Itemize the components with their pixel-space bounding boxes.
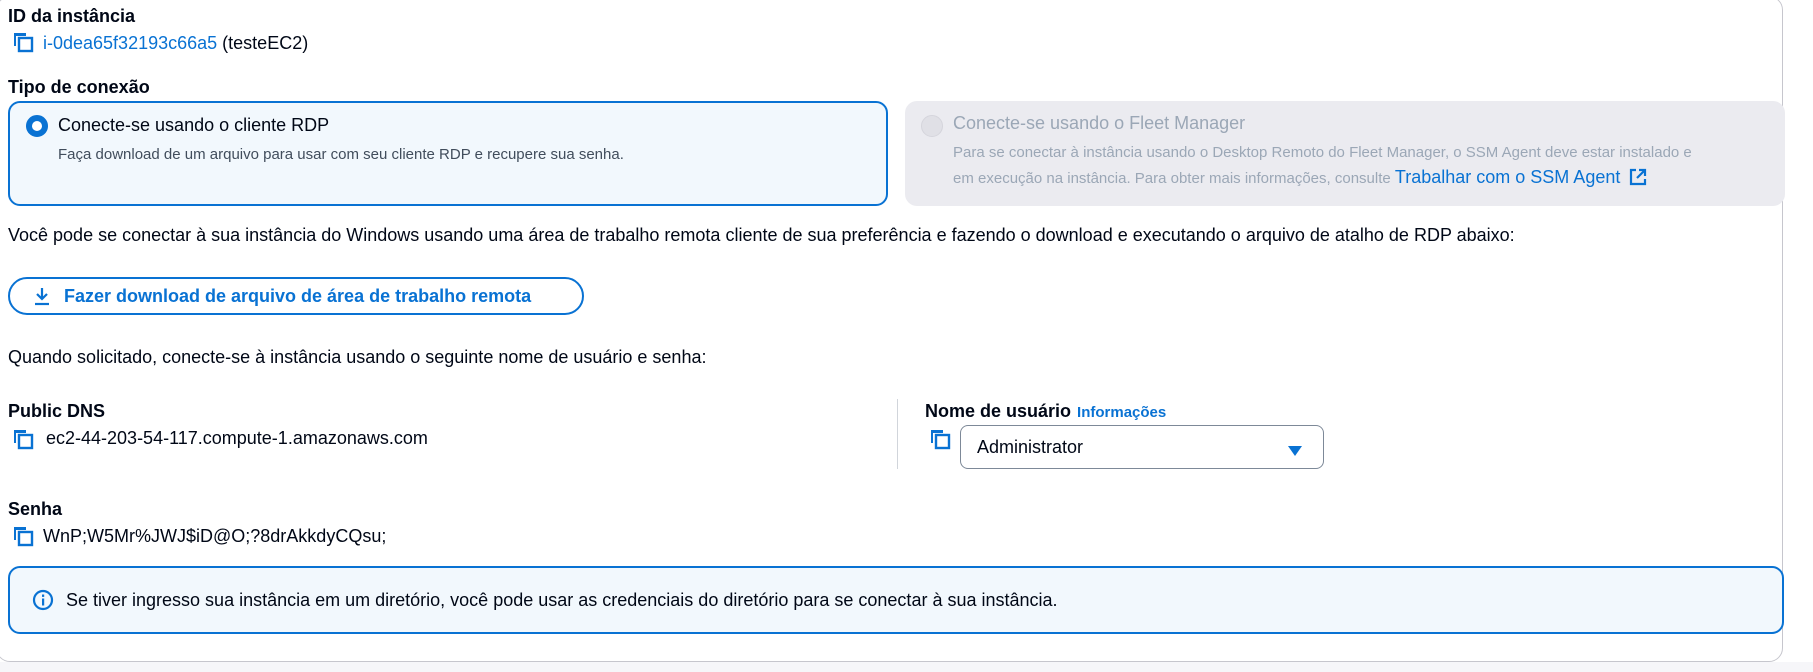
fleet-option-description: Para se conectar à instância usando o De… [953, 141, 1773, 192]
connect-instance-panel: ID da instância i-0dea65f32193c66a5 (tes… [0, 0, 1813, 672]
column-divider [897, 399, 898, 469]
fleet-description-line2: em execução na instância. Para obter mai… [953, 165, 1773, 192]
password-value: WnP;W5Mr%JWJ$iD@O;?8drAkkdyCQsu; [43, 526, 387, 546]
panel-frame [0, 0, 1783, 662]
rdp-option-description: Faça download de um arquivo para usar co… [58, 146, 624, 163]
caret-down-icon [1287, 441, 1303, 462]
download-icon [32, 286, 52, 306]
panel-bottom-strip [0, 662, 1813, 672]
copy-icon[interactable] [12, 428, 34, 450]
username-info-link[interactable]: Informações [1077, 404, 1166, 421]
directory-info-alert: Se tiver ingresso sua instância em um di… [8, 566, 1784, 634]
rdp-radio-button[interactable] [26, 115, 48, 137]
credentials-instructions: Quando solicitado, conecte-se à instânci… [8, 347, 707, 367]
ssm-agent-link[interactable]: Trabalhar com o SSM Agent [1395, 167, 1647, 187]
fleet-radio-button [921, 115, 943, 137]
fleet-description-text: em execução na instância. Para obter mai… [953, 170, 1391, 187]
public-dns-value: ec2-44-203-54-117.compute-1.amazonaws.co… [46, 428, 428, 448]
username-selected-value: Administrator [977, 436, 1084, 457]
connection-type-label: Tipo de conexão [8, 77, 150, 97]
public-dns-label: Public DNS [8, 401, 106, 421]
external-link-icon [1629, 168, 1647, 192]
copy-icon[interactable] [12, 31, 34, 53]
instance-name: (testeEC2) [222, 33, 309, 53]
username-label-row: Nome de usuário Informações [925, 401, 1166, 422]
copy-icon[interactable] [929, 428, 951, 450]
fleet-option-title: Conecte-se usando o Fleet Manager [953, 113, 1246, 133]
alert-text: Se tiver ingresso sua instância em um di… [66, 589, 1058, 610]
download-rdp-file-button[interactable]: Fazer download de arquivo de área de tra… [8, 277, 584, 315]
instance-id-link[interactable]: i-0dea65f32193c66a5 [43, 33, 217, 53]
password-label: Senha [8, 499, 63, 519]
rdp-option-title: Conecte-se usando o cliente RDP [58, 115, 330, 135]
username-label: Nome de usuário [925, 401, 1072, 421]
copy-icon[interactable] [12, 525, 34, 547]
instance-id-label: ID da instância [8, 6, 136, 26]
instance-id-row: i-0dea65f32193c66a5 (testeEC2) [43, 33, 308, 54]
ssm-agent-link-text[interactable]: Trabalhar com o SSM Agent [1395, 167, 1620, 187]
rdp-client-option[interactable]: Conecte-se usando o cliente RDP Faça dow… [8, 101, 888, 206]
info-icon [32, 589, 54, 611]
fleet-manager-option: Conecte-se usando o Fleet Manager Para s… [905, 101, 1785, 206]
rdp-instructions: Você pode se conectar à sua instância do… [8, 225, 1515, 245]
fleet-description-line1: Para se conectar à instância usando o De… [953, 144, 1692, 161]
download-button-label: Fazer download de arquivo de área de tra… [64, 285, 532, 306]
username-select[interactable]: Administrator [960, 425, 1324, 469]
